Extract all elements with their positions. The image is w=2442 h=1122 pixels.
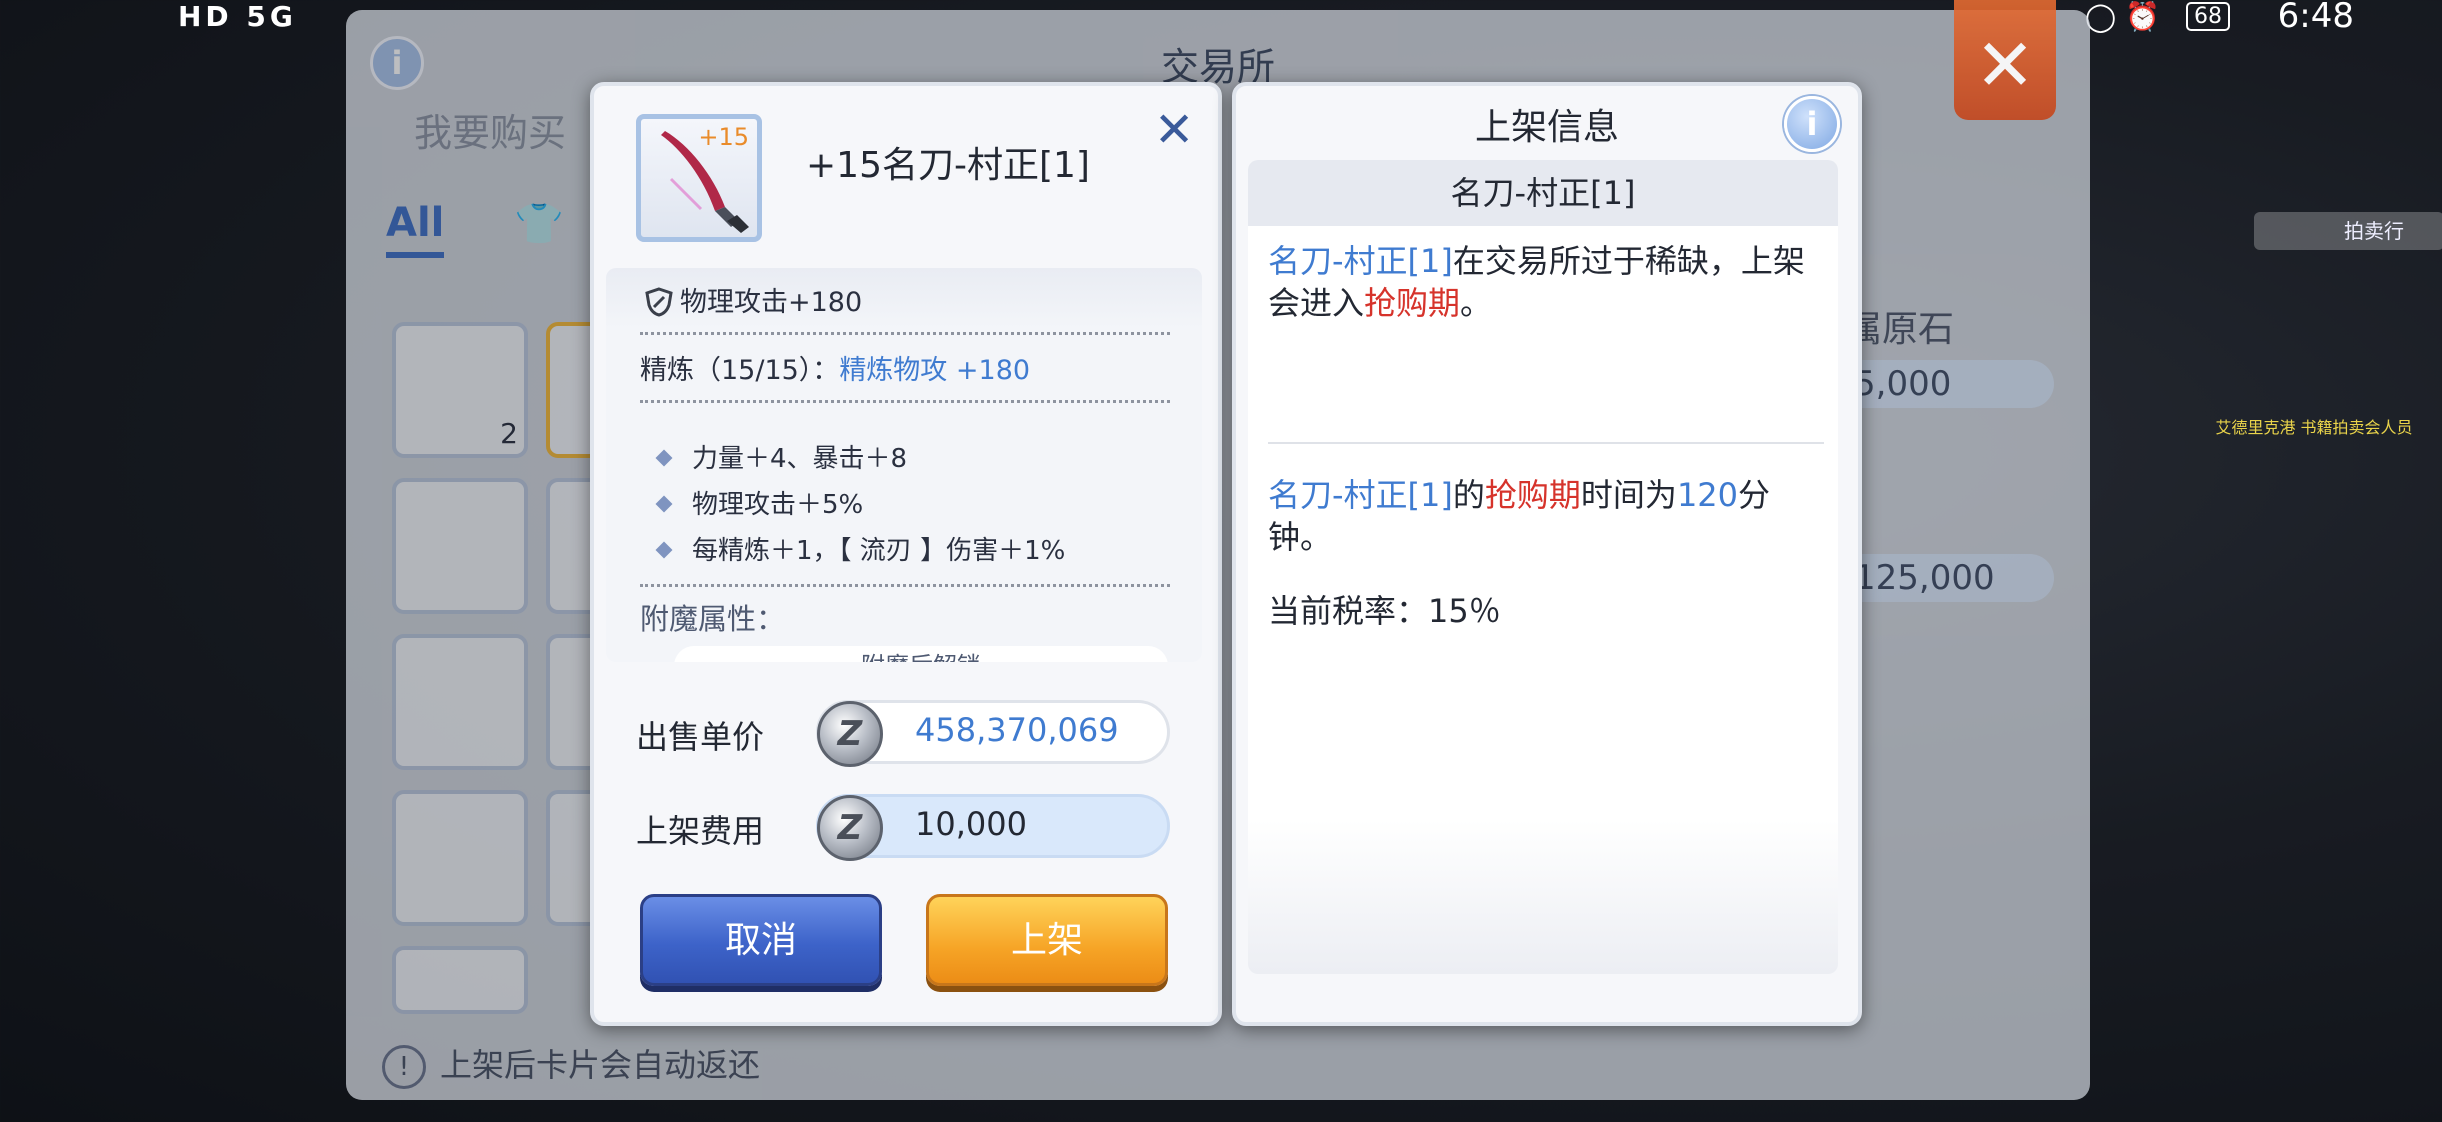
shirt-icon[interactable]: 👕 (514, 200, 564, 247)
auction-house-tag[interactable]: 拍卖行 (2254, 212, 2442, 250)
npc-label: 艾德里克港 书籍拍卖会人员 (2215, 418, 2413, 437)
exclamation-icon: ! (382, 1045, 426, 1089)
listing-item-price: 125,000 (1830, 554, 2054, 602)
enchant-unlock-button[interactable]: 附魔后解锁 (674, 646, 1168, 662)
inventory-slot[interactable] (392, 946, 528, 1014)
rush-minutes: 120 (1676, 476, 1739, 514)
refine-badge: +15 (698, 123, 749, 151)
divider (640, 332, 1170, 335)
bonus-line: 物理攻击＋5% (655, 484, 864, 521)
notice-text: 。 (1460, 284, 1493, 322)
sell-price-value: 458,370,069 (915, 711, 1119, 749)
cancel-button[interactable]: 取消 (640, 894, 882, 986)
diamond-bullet-icon (655, 449, 673, 467)
rush-period-notice: 名刀-村正[1]的抢购期时间为120分钟。 (1268, 474, 1824, 558)
footer-notice-text: 上架后卡片会自动返还 (440, 1046, 761, 1084)
tab-all[interactable]: All (386, 200, 445, 258)
listing-info-title: 上架信息 (1474, 107, 1619, 148)
listing-fee-display: Z 10,000 (816, 794, 1170, 861)
sell-price-label: 出售单价 (636, 718, 765, 756)
footer-notice: ! 上架后卡片会自动返还 (382, 1040, 760, 1089)
item-stats[interactable]: 物理攻击+180 精炼（15/15）：精炼物攻 +180 力量＋4、暴击＋8 物… (606, 268, 1202, 662)
refine-label: 精炼（15/15）： (640, 355, 840, 386)
divider (640, 584, 1170, 587)
battery-indicator: 68 (2186, 2, 2230, 31)
main-stat-text: 物理攻击+180 (680, 287, 863, 318)
divider (640, 400, 1170, 403)
listing-info-panel: 上架信息 i 名刀-村正[1] 名刀-村正[1]在交易所过于稀缺，上架会进入抢购… (1232, 82, 1862, 1026)
tax-rate: 当前税率：15％ (1268, 592, 1501, 630)
notice-text: 的 (1452, 476, 1485, 514)
rush-period-text: 抢购期 (1484, 476, 1581, 514)
listing-item-price: 5,000 (1830, 360, 2054, 408)
diamond-bullet-icon (655, 495, 673, 513)
listing-info-box: 名刀-村正[1] 名刀-村正[1]在交易所过于稀缺，上架会进入抢购期。 名刀-村… (1248, 160, 1838, 974)
listing-fee-label: 上架费用 (636, 812, 765, 850)
info-icon[interactable]: i (1784, 96, 1840, 152)
refine-line: 精炼（15/15）：精炼物攻 +180 (640, 348, 1030, 387)
scarcity-notice: 名刀-村正[1]在交易所过于稀缺，上架会进入抢购期。 (1268, 240, 1824, 324)
notice-text: 时间为 (1580, 476, 1677, 514)
bonus-text: 物理攻击＋5% (692, 490, 864, 520)
item-link: 名刀-村正[1] (1268, 242, 1453, 280)
listing-item-name: 名刀-村正[1] (1248, 160, 1838, 226)
clock: 6:48 (2277, 0, 2354, 36)
item-link: 名刀-村正[1] (1268, 476, 1453, 514)
diamond-bullet-icon (655, 541, 673, 559)
list-item-button[interactable]: 上架 (926, 894, 1168, 986)
item-name: +15名刀-村正[1] (806, 145, 1090, 186)
slot-count: 2 (500, 417, 518, 450)
bonus-text: 每精炼＋1，【 流刃 】伤害＋1% (692, 536, 1066, 566)
inventory-slot[interactable] (392, 478, 528, 614)
nfc-alarm-icons: ◯ ⏰ (2084, 0, 2160, 33)
enchant-label: 附魔属性： (640, 602, 786, 636)
divider (1268, 442, 1824, 444)
item-icon: +15 (636, 114, 762, 242)
sell-price-input[interactable]: Z 458,370,069 (816, 700, 1170, 767)
listing-item-name: 属原石 (1846, 309, 1955, 350)
network-indicator: HD 5G (178, 0, 297, 33)
zeny-coin-icon: Z (817, 795, 883, 861)
bonus-line: 每精炼＋1，【 流刃 】伤害＋1% (655, 530, 1066, 567)
inventory-slot[interactable]: 2 (392, 322, 528, 458)
inventory-slot[interactable] (392, 634, 528, 770)
shield-icon (645, 287, 673, 317)
refine-value: 精炼物攻 +180 (839, 355, 1031, 386)
inventory-slot[interactable] (392, 790, 528, 926)
bonus-text: 力量＋4、暴击＋8 (692, 444, 908, 474)
item-listing-panel: +15 +15名刀-村正[1] ✕ 物理攻击+180 精炼（15/15）：精炼物… (590, 82, 1222, 1026)
close-icon[interactable]: ✕ (1954, 0, 2056, 120)
bonus-line: 力量＋4、暴击＋8 (655, 438, 908, 475)
close-icon[interactable]: ✕ (1154, 102, 1194, 158)
zeny-coin-icon: Z (817, 701, 883, 767)
main-stat: 物理攻击+180 (644, 280, 862, 319)
tab-buy[interactable]: 我要购买 (414, 102, 566, 157)
rush-period-text: 抢购期 (1364, 284, 1461, 322)
listing-fee-value: 10,000 (915, 805, 1027, 843)
